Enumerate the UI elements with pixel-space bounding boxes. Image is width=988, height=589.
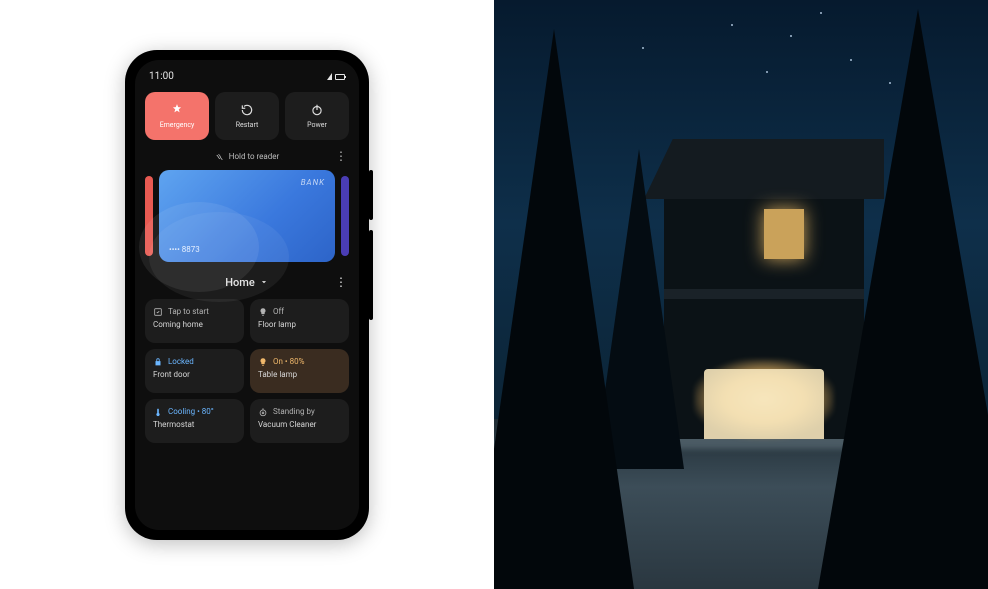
phone-frame: 11:00 Emergency Restart bbox=[125, 50, 369, 540]
phone-screen: 11:00 Emergency Restart bbox=[135, 60, 359, 530]
home-dropdown[interactable]: Home ⋮ bbox=[145, 276, 349, 289]
tile-status-row: Locked bbox=[153, 357, 236, 367]
vacuum-icon bbox=[258, 407, 268, 417]
left-pane: 11:00 Emergency Restart bbox=[0, 0, 494, 589]
restart-icon bbox=[240, 103, 254, 117]
tile-status: Cooling • 80° bbox=[168, 407, 214, 416]
roof bbox=[644, 139, 884, 199]
tile-status: On • 80% bbox=[273, 357, 304, 366]
tile-status-row: On • 80% bbox=[258, 357, 341, 367]
restart-button[interactable]: Restart bbox=[215, 92, 279, 140]
device-tile-coming-home[interactable]: Tap to start Coming home bbox=[145, 299, 244, 343]
tile-status-row: Tap to start bbox=[153, 307, 236, 317]
tile-status: Tap to start bbox=[168, 307, 209, 316]
home-menu-button[interactable]: ⋮ bbox=[335, 275, 347, 289]
power-label: Power bbox=[307, 121, 327, 129]
card-carousel[interactable]: BANK •••• 8873 bbox=[145, 170, 349, 262]
device-tile-thermostat[interactable]: Cooling • 80° Thermostat bbox=[145, 399, 244, 443]
balcony bbox=[664, 289, 864, 299]
tile-name: Thermostat bbox=[153, 420, 236, 429]
emergency-icon bbox=[170, 103, 184, 117]
tile-name: Vacuum Cleaner bbox=[258, 420, 341, 429]
garage-door bbox=[704, 369, 824, 439]
wallet-section: Hold to reader ⋮ BANK •••• 8873 bbox=[145, 152, 349, 262]
bulb-icon bbox=[258, 307, 268, 317]
emergency-button[interactable]: Emergency bbox=[145, 92, 209, 140]
lit-window bbox=[764, 209, 804, 259]
status-icons bbox=[327, 73, 345, 80]
bulb-icon bbox=[258, 357, 268, 367]
card-brand: BANK bbox=[301, 178, 325, 187]
emergency-label: Emergency bbox=[160, 121, 195, 129]
tile-name: Floor lamp bbox=[258, 320, 341, 329]
chevron-down-icon bbox=[259, 277, 269, 287]
card-last-digits: •••• 8873 bbox=[169, 245, 200, 254]
power-row: Emergency Restart Power bbox=[145, 92, 349, 140]
device-tile-table-lamp[interactable]: On • 80% Table lamp bbox=[250, 349, 349, 393]
device-tiles: Tap to start Coming home Off Floor lamp Lock… bbox=[145, 299, 349, 443]
tile-status: Locked bbox=[168, 357, 194, 366]
tile-status: Standing by bbox=[273, 407, 315, 416]
nfc-icon bbox=[215, 152, 225, 162]
tile-status-row: Cooling • 80° bbox=[153, 407, 236, 417]
routine-icon bbox=[153, 307, 163, 317]
wallet-menu-button[interactable]: ⋮ bbox=[335, 152, 347, 160]
tile-name: Table lamp bbox=[258, 370, 341, 379]
home-section: Home ⋮ Tap to start Coming home Off Floor l… bbox=[145, 276, 349, 524]
home-title: Home bbox=[225, 276, 255, 289]
tile-name: Front door bbox=[153, 370, 236, 379]
power-icon bbox=[310, 103, 324, 117]
tile-status: Off bbox=[273, 307, 284, 316]
clock: 11:00 bbox=[149, 71, 174, 82]
night-house-photo bbox=[494, 0, 988, 589]
status-bar: 11:00 bbox=[145, 70, 349, 84]
device-tile-front-door[interactable]: Locked Front door bbox=[145, 349, 244, 393]
restart-label: Restart bbox=[236, 121, 259, 129]
payment-card[interactable]: BANK •••• 8873 bbox=[159, 170, 335, 262]
tile-name: Coming home bbox=[153, 320, 236, 329]
thermo-icon bbox=[153, 407, 163, 417]
device-tile-floor-lamp[interactable]: Off Floor lamp bbox=[250, 299, 349, 343]
battery-icon bbox=[335, 74, 345, 80]
wallet-header: Hold to reader ⋮ bbox=[145, 152, 349, 162]
card-next[interactable] bbox=[341, 176, 349, 256]
power-button[interactable]: Power bbox=[285, 92, 349, 140]
signal-icon bbox=[327, 73, 332, 80]
lock-icon bbox=[153, 357, 163, 367]
wallet-hint: Hold to reader bbox=[229, 152, 280, 161]
device-tile-vacuum-cleaner[interactable]: Standing by Vacuum Cleaner bbox=[250, 399, 349, 443]
tile-status-row: Standing by bbox=[258, 407, 341, 417]
tile-status-row: Off bbox=[258, 307, 341, 317]
